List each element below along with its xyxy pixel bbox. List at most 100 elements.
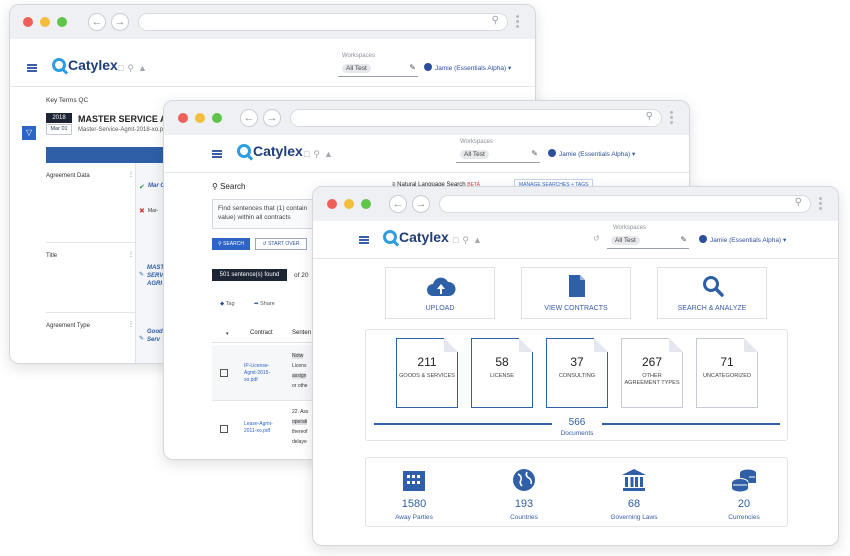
- close-dot-icon[interactable]: [178, 113, 188, 123]
- browser-menu-icon[interactable]: [819, 195, 823, 213]
- brand-name: Catylex: [399, 229, 449, 245]
- stat-currencies[interactable]: 20 Currencies: [704, 468, 784, 521]
- search-icon: ⚲: [645, 111, 653, 122]
- row-checkbox[interactable]: [220, 425, 228, 433]
- divider-right: [602, 423, 780, 425]
- toolbar-icons[interactable]: □⚲▲: [304, 149, 337, 160]
- more-icon[interactable]: ⋮: [128, 171, 134, 178]
- dog-ear-icon: [594, 338, 608, 352]
- tag-icon: ◆: [220, 301, 225, 307]
- browser-titlebar: ← → ⚲: [10, 5, 535, 39]
- hamburger-menu-icon[interactable]: [27, 64, 37, 72]
- stat-away-parties[interactable]: 1580 Away Parties: [374, 468, 454, 521]
- dog-ear-icon: [444, 338, 458, 352]
- table-row[interactable]: Title ⋮ ✎ MAST SERV AGRI: [46, 243, 176, 313]
- row-snippet: AGRI: [147, 281, 162, 287]
- user-menu[interactable]: Jamie (Essentials Alpha) ▾: [699, 235, 786, 244]
- workspace-chip: All Test: [342, 64, 371, 73]
- search-analyze-tile[interactable]: SEARCH & ANALYZE: [657, 267, 767, 319]
- contract-link[interactable]: Lease-Agmt-2011-xo.pdf: [244, 421, 280, 435]
- maximize-dot-icon[interactable]: [212, 113, 222, 123]
- filter-button[interactable]: ▽: [22, 126, 36, 140]
- sentence-line: Licens: [292, 363, 307, 369]
- forward-arrow-icon[interactable]: →: [412, 195, 430, 213]
- workspace-select[interactable]: All Test ✎: [338, 61, 418, 77]
- more-icon[interactable]: ⋮: [128, 321, 134, 328]
- table-row[interactable]: Agreement Type ⋮ ✎ Good Serv: [46, 313, 176, 363]
- table-row[interactable]: Agreement Data ⋮ ✔ Mar C ✖ Mar-: [46, 163, 176, 243]
- total-documents-count[interactable]: 566: [552, 417, 602, 428]
- minimize-dot-icon[interactable]: [40, 17, 50, 27]
- row-checkbox[interactable]: [220, 369, 228, 377]
- table-header-bar: [46, 147, 176, 163]
- address-bar[interactable]: ⚲: [138, 13, 508, 31]
- catylex-logo[interactable]: Catylex: [383, 229, 449, 245]
- view-contracts-tile[interactable]: VIEW CONTRACTS: [521, 267, 631, 319]
- workspace-select[interactable]: All Test ✎: [607, 233, 689, 249]
- category-count: 71: [720, 355, 734, 369]
- pencil-icon[interactable]: ✎: [680, 235, 687, 244]
- contract-link[interactable]: IP-License-Agmt-2015-xo.pdf: [244, 363, 280, 384]
- minimize-dot-icon[interactable]: [195, 113, 205, 123]
- hamburger-menu-icon[interactable]: [212, 150, 222, 158]
- pencil-icon[interactable]: ✎: [531, 149, 538, 158]
- stat-countries[interactable]: 193 Countries: [484, 468, 564, 521]
- user-name: Jamie (Essentials Alpha): [435, 65, 507, 72]
- app-header: Catylex □⚲▲ Workspaces All Test ✎ Jamie (…: [10, 49, 535, 87]
- minimize-dot-icon[interactable]: [344, 199, 354, 209]
- category-label: LICENSE: [490, 373, 514, 379]
- close-dot-icon[interactable]: [23, 17, 33, 27]
- address-bar[interactable]: ⚲: [439, 195, 811, 213]
- app-header: Catylex □⚲▲ Workspaces ↺ All Test ✎ Jamie…: [313, 221, 838, 259]
- maximize-dot-icon[interactable]: [361, 199, 371, 209]
- forward-arrow-icon[interactable]: →: [263, 109, 281, 127]
- category-count: 58: [495, 355, 509, 369]
- category-license[interactable]: 58 LICENSE: [471, 338, 533, 408]
- catylex-logo[interactable]: Catylex: [52, 57, 118, 73]
- close-dot-icon[interactable]: [327, 199, 337, 209]
- search-heading: ⚲ Search: [212, 182, 245, 191]
- maximize-dot-icon[interactable]: [57, 17, 67, 27]
- share-button[interactable]: ➦ Share: [254, 301, 275, 307]
- start-over-button[interactable]: ↺ START OVER: [255, 238, 307, 250]
- category-uncategorized[interactable]: 71 UNCATEGORIZED: [696, 338, 758, 408]
- category-other-types[interactable]: 267 OTHER AGREEMENT TYPES: [621, 338, 683, 408]
- back-arrow-icon[interactable]: ←: [88, 13, 106, 31]
- hamburger-menu-icon[interactable]: [359, 236, 369, 244]
- stats-card: 1580 Away Parties 193 Countries 68 Gover…: [365, 457, 788, 527]
- workspace-label: Workspaces: [342, 53, 375, 59]
- refresh-icon[interactable]: ↺: [593, 234, 600, 243]
- toolbar-icons[interactable]: □⚲▲: [453, 235, 486, 246]
- tag-button[interactable]: ◆ Tag: [220, 301, 235, 307]
- row-label: Agreement Data: [46, 173, 90, 179]
- document-filename[interactable]: Master-Service-Agmt-2018-xo.pdf: [78, 127, 168, 133]
- stat-governing-laws[interactable]: 68 Governing Laws: [594, 468, 674, 521]
- browser-menu-icon[interactable]: [670, 109, 674, 127]
- catylex-logo[interactable]: Catylex: [237, 143, 303, 159]
- browser-menu-icon[interactable]: [516, 13, 520, 31]
- workspace-label: Workspaces: [613, 225, 646, 231]
- sort-icon[interactable]: ▾: [226, 331, 229, 337]
- upload-tile[interactable]: UPLOAD: [385, 267, 495, 319]
- address-bar[interactable]: ⚲: [290, 109, 662, 127]
- sentence-line: delaye: [292, 439, 307, 445]
- sentence-line: 22. Ass: [292, 409, 309, 415]
- category-consulting[interactable]: 37 CONSULTING: [546, 338, 608, 408]
- pencil-icon[interactable]: ✎: [409, 63, 416, 72]
- row-label: Agreement Type: [46, 323, 90, 329]
- user-menu[interactable]: Jamie (Essentials Alpha) ▾: [548, 149, 635, 158]
- search-button[interactable]: ⚲ SEARCH: [212, 238, 250, 250]
- toolbar-icons[interactable]: □⚲▲: [118, 63, 151, 74]
- forward-arrow-icon[interactable]: →: [111, 13, 129, 31]
- back-arrow-icon[interactable]: ←: [240, 109, 258, 127]
- user-menu[interactable]: Jamie (Essentials Alpha) ▾: [424, 63, 511, 72]
- category-goods-services[interactable]: 211 GOODS & SERVICES: [396, 338, 458, 408]
- category-label: CONSULTING: [558, 373, 596, 379]
- workspace-select[interactable]: All Test ✎: [456, 147, 540, 163]
- start-over-label: START OVER: [268, 241, 300, 247]
- more-icon[interactable]: ⋮: [128, 251, 134, 258]
- stat-label: Away Parties: [395, 514, 433, 521]
- search-icon: ⚲: [491, 15, 499, 26]
- back-arrow-icon[interactable]: ←: [389, 195, 407, 213]
- avatar-icon: [548, 149, 556, 157]
